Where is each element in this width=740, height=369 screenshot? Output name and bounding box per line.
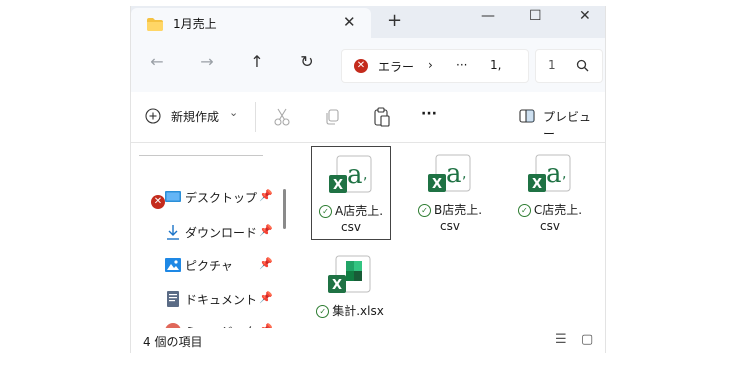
file-item[interactable]: a , X ✓ C店売上. csv [511, 146, 589, 238]
new-label: 新規作成 [171, 110, 220, 124]
close-tab-icon[interactable]: ✕ [343, 13, 356, 31]
file-list: a , X ✓ A店売上. csv a , X ✓ B店売上. csv a , … [295, 143, 605, 328]
csv-excel-icon: a , X [329, 155, 372, 193]
file-name: ✓ 集計.xlsx [311, 303, 389, 319]
pin-icon[interactable]: 📌 [259, 224, 273, 237]
svg-text:X: X [332, 278, 342, 293]
breadcrumb-error[interactable]: エラー [378, 58, 414, 75]
file-name-line1: A店売上. [334, 204, 384, 218]
file-item[interactable]: a , X ✓ A店売上. csv [311, 146, 391, 240]
svg-text:a: a [446, 159, 462, 189]
download-icon [167, 225, 179, 240]
copy-icon[interactable] [323, 108, 341, 126]
search-text: 1 [548, 58, 556, 72]
documents-icon [167, 291, 179, 307]
svg-text:a: a [347, 160, 363, 190]
svg-text:,: , [363, 167, 367, 183]
up-button[interactable]: ↑ [247, 52, 267, 72]
file-item[interactable]: X ✓ 集計.xlsx [311, 247, 389, 339]
item-count: 4 個の項目 [143, 335, 203, 349]
synced-check-icon: ✓ [316, 305, 330, 318]
search-icon [576, 59, 589, 72]
folder-icon [147, 18, 163, 31]
search-box[interactable]: 1 [535, 49, 603, 83]
svg-text:X: X [432, 177, 442, 192]
forward-button[interactable]: → [197, 52, 217, 72]
title-bar: 1月売上 ✕ + — ☐ ✕ [131, 6, 605, 38]
tiles-view-icon[interactable]: ▢ [581, 332, 593, 347]
toolbar-divider [255, 102, 256, 132]
back-button[interactable]: ← [147, 52, 167, 72]
synced-check-icon: ✓ [417, 204, 431, 217]
svg-text:,: , [562, 166, 566, 182]
file-name-line1: 集計.xlsx [332, 304, 384, 318]
cut-icon[interactable] [273, 108, 291, 126]
breadcrumb-separator: › [428, 58, 433, 72]
xlsx-excel-icon: X [328, 255, 371, 293]
sidebar-scrollbar[interactable] [283, 189, 286, 229]
file-name-line2: csv [540, 219, 560, 233]
svg-text:X: X [532, 177, 542, 192]
status-bar: 4 個の項目 ☰ ▢ [131, 328, 605, 353]
file-name-line2: csv [440, 219, 460, 233]
pictures-icon [165, 258, 181, 272]
file-name-line1: C店売上. [533, 203, 583, 217]
pin-icon[interactable]: 📌 [259, 189, 273, 202]
navigation-bar: ← → ↑ ↻ ✕ エラー › ··· 1, 1 [131, 38, 605, 92]
sidebar-item-desktop[interactable]: デスクトップ 📌 [165, 187, 275, 207]
sidebar-item-label: ピクチャ [185, 259, 233, 273]
sidebar-item-label: ドキュメント [185, 293, 258, 307]
chevron-down-icon: ⌄ [229, 106, 239, 119]
sidebar-item-documents[interactable]: ドキュメント 📌 [165, 289, 275, 309]
file-name: ✓ C店売上. csv [511, 202, 589, 234]
address-bar[interactable]: ✕ エラー › ··· 1, [341, 49, 529, 83]
minimize-button[interactable]: — [481, 8, 495, 24]
csv-excel-icon: a , X [528, 154, 571, 192]
error-icon: ✕ [151, 195, 165, 209]
csv-excel-icon: a , X [428, 154, 471, 192]
close-window-button[interactable]: ✕ [579, 8, 591, 24]
sidebar-divider [139, 155, 263, 156]
sidebar-item-label: ダウンロード [185, 226, 258, 240]
file-name-line2: csv [341, 220, 361, 234]
breadcrumb-overflow[interactable]: ··· [456, 58, 467, 72]
new-tab-button[interactable]: + [387, 10, 402, 31]
plus-circle-icon [145, 108, 161, 124]
desktop-icon [165, 191, 181, 202]
sidebar-item-downloads[interactable]: ダウンロード 📌 [165, 222, 275, 242]
svg-text:a: a [546, 159, 562, 189]
svg-text:X: X [333, 178, 343, 193]
file-explorer-window: 1月売上 ✕ + — ☐ ✕ ← → ↑ ↻ ✕ エラー › ··· 1, 1 [130, 6, 606, 353]
preview-button[interactable]: プレビュー [519, 106, 599, 141]
sidebar-item-label: デスクトップ [185, 191, 258, 205]
synced-check-icon: ✓ [318, 205, 332, 218]
tab-1月売上[interactable]: 1月売上 ✕ [131, 8, 371, 38]
navigation-pane: デスクトップ 📌 ✕ ダウンロード 📌 ピクチャ 📌 ドキュメント 📌 [131, 143, 293, 339]
pin-icon[interactable]: 📌 [259, 257, 273, 270]
svg-text:,: , [462, 166, 466, 182]
synced-check-icon: ✓ [517, 204, 531, 217]
preview-label: プレビュー [543, 110, 592, 141]
maximize-button[interactable]: ☐ [529, 8, 542, 24]
more-options-button[interactable]: ··· [421, 106, 437, 122]
file-item[interactable]: a , X ✓ B店売上. csv [411, 146, 489, 238]
new-button[interactable]: 新規作成 ⌄ [145, 106, 245, 128]
details-view-icon[interactable]: ☰ [555, 332, 567, 347]
command-bar: 新規作成 ⌄ ··· プレビュー [131, 92, 605, 143]
paste-icon[interactable] [373, 107, 391, 127]
error-icon: ✕ [354, 59, 368, 73]
pin-icon[interactable]: 📌 [259, 291, 273, 304]
tab-title: 1月売上 [173, 17, 217, 31]
breadcrumb-folder[interactable]: 1, [490, 58, 501, 72]
file-name: ✓ A店売上. csv [312, 203, 390, 235]
preview-pane-icon [519, 109, 535, 123]
file-name: ✓ B店売上. csv [411, 202, 489, 234]
refresh-button[interactable]: ↻ [297, 52, 317, 72]
sidebar-item-pictures[interactable]: ピクチャ 📌 [165, 255, 275, 275]
file-name-line1: B店売上. [433, 203, 483, 217]
